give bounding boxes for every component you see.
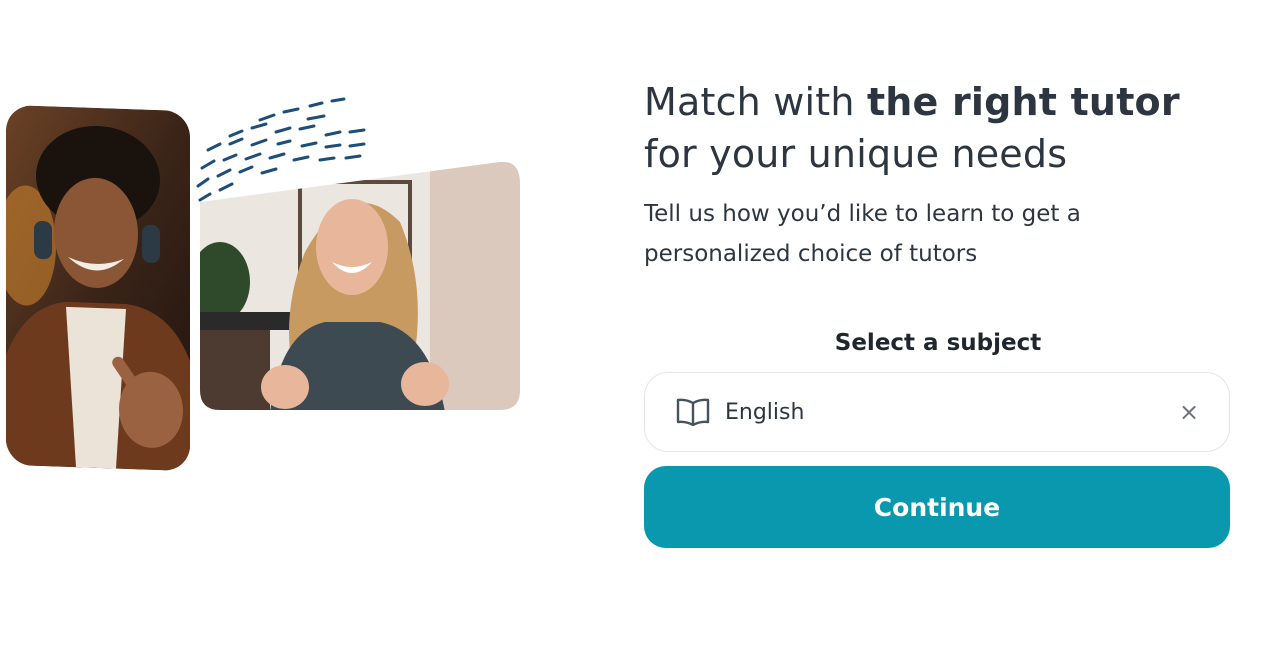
page-title: Match with the right tutor for your uniq… xyxy=(644,76,1232,180)
clear-icon[interactable]: × xyxy=(1177,398,1201,426)
subject-value: English xyxy=(725,399,805,425)
selection-panel: Match with the right tutor for your uniq… xyxy=(644,76,1232,548)
subject-selection-page: Match with the right tutor for your uniq… xyxy=(0,0,1272,663)
page-subtitle: Tell us how you’d like to learn to get a… xyxy=(644,201,1081,267)
continue-button[interactable]: Continue xyxy=(644,466,1230,548)
headline-emphasis: the right tutor xyxy=(866,80,1180,124)
subject-label: Select a subject xyxy=(834,330,1042,356)
headline-pre: Match with xyxy=(644,80,867,124)
tutor-photo-woman xyxy=(200,162,520,412)
headline-post: for your unique needs xyxy=(644,132,1068,176)
hero-illustration xyxy=(0,80,540,480)
tutor-photo-man xyxy=(6,104,190,472)
book-icon xyxy=(675,394,711,430)
subject-selector[interactable]: English × xyxy=(644,372,1230,452)
